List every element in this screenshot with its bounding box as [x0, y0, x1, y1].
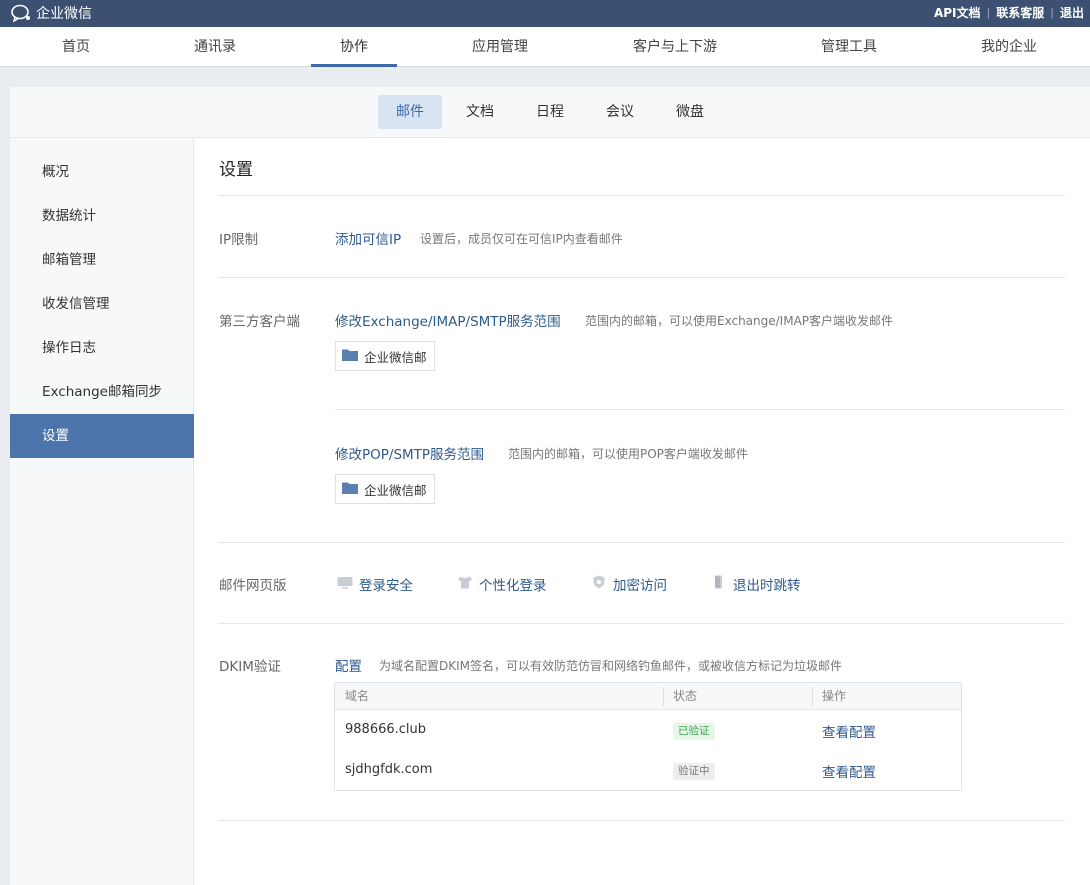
brand[interactable]: 企业微信: [10, 3, 92, 23]
option-label: 加密访问: [613, 578, 667, 594]
divider: [218, 820, 1065, 821]
encrypted-access-option[interactable]: 加密访问: [591, 574, 667, 594]
nav-home[interactable]: 首页: [46, 27, 106, 67]
sidebar-item-exchange-sync[interactable]: Exchange邮箱同步: [10, 370, 194, 414]
logout-link[interactable]: 退出: [1054, 4, 1090, 21]
sidebar-item-mailbox-management[interactable]: 邮箱管理: [10, 238, 194, 282]
nav-app-management[interactable]: 应用管理: [460, 27, 540, 67]
ip-limit-desc: 设置后，成员仅可在可信IP内查看邮件: [420, 232, 623, 246]
sidebar-item-operation-log[interactable]: 操作日志: [10, 326, 194, 370]
tab-meeting[interactable]: 会议: [588, 95, 652, 129]
option-label: 登录安全: [359, 578, 413, 594]
dkim-table: 域名 状态 操作 988666.club 已验证 查看配置 sjdhgfdk.c…: [334, 682, 962, 791]
status-badge: 验证中: [673, 763, 715, 780]
chip-label: 企业微信邮: [364, 482, 427, 498]
pop-scope-desc: 范围内的邮箱，可以使用POP客户端收发邮件: [508, 447, 748, 461]
dkim-config-link[interactable]: 配置: [335, 655, 362, 675]
nav-my-enterprise[interactable]: 我的企业: [970, 27, 1048, 67]
divider: [218, 195, 1065, 196]
sidebar-item-send-receive[interactable]: 收发信管理: [10, 282, 194, 326]
tab-drive[interactable]: 微盘: [658, 95, 722, 129]
web-mail-label: 邮件网页版: [219, 578, 287, 594]
main-nav: 首页 通讯录 协作 应用管理 客户与上下游 管理工具 我的企业: [0, 27, 1090, 67]
divider: [218, 623, 1065, 624]
sub-nav: 邮件 文档 日程 会议 微盘: [10, 87, 1090, 138]
divider: [218, 542, 1065, 543]
option-label: 个性化登录: [479, 578, 547, 594]
domain-cell: 988666.club: [345, 722, 427, 737]
ip-limit-label: IP限制: [219, 232, 259, 248]
exchange-scope-desc: 范围内的邮箱，可以使用Exchange/IMAP客户端收发邮件: [585, 314, 894, 328]
api-docs-link[interactable]: API文档: [928, 4, 987, 21]
nav-contacts[interactable]: 通讯录: [180, 27, 250, 67]
divider: [218, 277, 1065, 278]
folder-icon: [342, 348, 358, 364]
pop-scope-link[interactable]: 修改POP/SMTP服务范围: [335, 443, 484, 463]
dkim-desc: 为域名配置DKIM签名，可以有效防范仿冒和网络钓鱼邮件，或被收信方标记为垃圾邮件: [379, 659, 843, 673]
login-security-option[interactable]: 登录安全: [337, 574, 413, 594]
folder-icon: [342, 481, 358, 497]
exchange-scope-chip[interactable]: 企业微信邮: [335, 341, 435, 371]
nav-tools[interactable]: 管理工具: [810, 27, 888, 67]
dkim-label: DKIM验证: [219, 659, 281, 675]
top-bar: 企业微信 API文档 | 联系客服 | 退出: [0, 0, 1090, 27]
add-trusted-ip-link[interactable]: 添加可信IP: [335, 228, 401, 248]
brand-name: 企业微信: [36, 6, 92, 22]
wecom-logo-icon: [10, 3, 32, 23]
status-badge: 已验证: [673, 723, 715, 740]
tab-calendar[interactable]: 日程: [518, 95, 582, 129]
monitor-icon: [337, 576, 353, 593]
nav-customers[interactable]: 客户与上下游: [620, 27, 730, 67]
view-config-link[interactable]: 查看配置: [822, 721, 876, 741]
custom-login-option[interactable]: 个性化登录: [457, 574, 547, 594]
sidebar-item-overview[interactable]: 概况: [10, 150, 194, 194]
sidebar-item-statistics[interactable]: 数据统计: [10, 194, 194, 238]
page-title: 设置: [219, 160, 253, 180]
tab-docs[interactable]: 文档: [448, 95, 512, 129]
content-card: 邮件 文档 日程 会议 微盘 概况 数据统计 邮箱管理 收发信管理 操作日志 E…: [10, 87, 1090, 885]
shirt-icon: [457, 576, 473, 593]
sidebar-item-settings[interactable]: 设置: [10, 414, 194, 458]
domain-cell: sjdhgfdk.com: [345, 762, 433, 777]
option-label: 退出时跳转: [733, 578, 801, 594]
view-config-link[interactable]: 查看配置: [822, 761, 876, 781]
contact-support-link[interactable]: 联系客服: [990, 4, 1050, 21]
divider: [335, 409, 1065, 410]
third-party-label: 第三方客户端: [219, 314, 300, 330]
column-separator: [812, 687, 813, 706]
nav-collaboration[interactable]: 协作: [311, 27, 397, 67]
chip-label: 企业微信邮: [364, 349, 427, 365]
top-links: API文档 | 联系客服 | 退出: [928, 4, 1090, 21]
shield-icon: [591, 575, 607, 593]
column-header-action: 操作: [822, 689, 847, 703]
table-header: [335, 683, 961, 710]
pop-scope-chip[interactable]: 企业微信邮: [335, 474, 435, 504]
column-separator: [663, 687, 664, 706]
exchange-scope-link[interactable]: 修改Exchange/IMAP/SMTP服务范围: [335, 310, 561, 330]
column-header-status: 状态: [673, 689, 698, 703]
door-icon: [711, 575, 727, 593]
tab-mail[interactable]: 邮件: [378, 95, 442, 129]
column-header-domain: 域名: [345, 689, 370, 703]
sidebar: 概况 数据统计 邮箱管理 收发信管理 操作日志 Exchange邮箱同步 设置: [10, 138, 194, 885]
exit-redirect-option[interactable]: 退出时跳转: [711, 574, 801, 594]
